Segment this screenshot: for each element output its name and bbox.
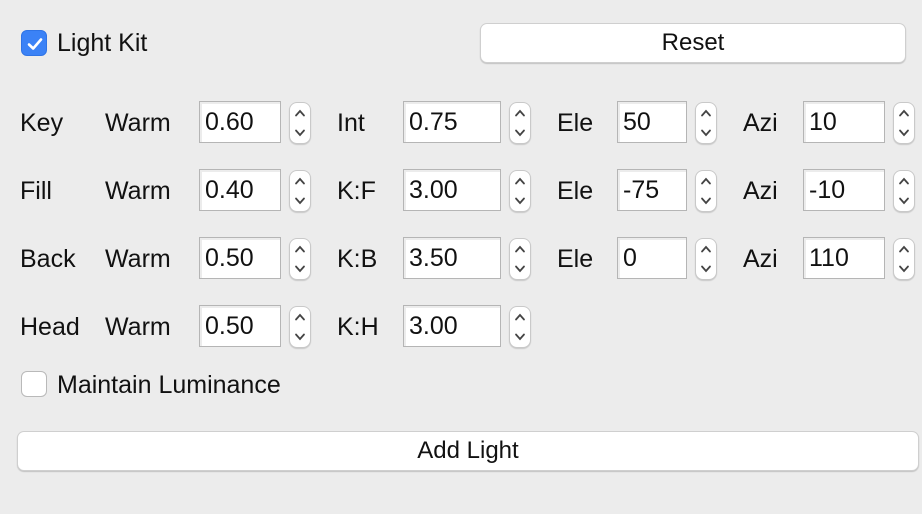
head-kh-input[interactable]: 3.00 [403,305,501,347]
chevron-up-icon[interactable] [894,171,914,191]
chevron-up-icon[interactable] [696,171,716,191]
chevron-down-icon[interactable] [696,191,716,211]
fill-kf-input[interactable]: 3.00 [403,169,501,211]
key-azi-stepper[interactable] [893,102,915,144]
fill-warm-input[interactable]: 0.40 [199,169,281,211]
chevron-up-icon[interactable] [696,103,716,123]
fill-kf-stepper[interactable] [509,170,531,212]
key-azi-input[interactable]: 10 [803,101,885,143]
warm-label: Warm [105,245,171,273]
head-kh-stepper[interactable] [509,306,531,348]
chevron-up-icon[interactable] [510,103,530,123]
warm-label: Warm [105,109,171,137]
chevron-up-icon[interactable] [510,171,530,191]
chevron-down-icon[interactable] [894,259,914,279]
fill-warm-stepper[interactable] [289,170,311,212]
fill-azi-input[interactable]: -10 [803,169,885,211]
light-kit-label: Light Kit [57,29,148,57]
kh-label: K:H [337,313,379,341]
row-label-fill: Fill [20,177,52,205]
azi-label: Azi [743,245,778,273]
chevron-down-icon[interactable] [894,191,914,211]
maintain-luminance-checkbox[interactable] [21,371,47,397]
back-kb-input[interactable]: 3.50 [403,237,501,279]
checkmark-icon [27,38,43,50]
ele-label: Ele [557,177,594,205]
chevron-up-icon[interactable] [894,103,914,123]
chevron-up-icon[interactable] [510,239,530,259]
warm-label: Warm [105,313,171,341]
maintain-luminance-label: Maintain Luminance [57,371,281,399]
row-label-head: Head [20,313,80,341]
chevron-down-icon[interactable] [290,327,310,347]
back-warm-stepper[interactable] [289,238,311,280]
row-label-back: Back [20,245,76,273]
warm-label: Warm [105,177,171,205]
back-azi-stepper[interactable] [893,238,915,280]
ele-label: Ele [557,245,594,273]
chevron-down-icon[interactable] [696,259,716,279]
kb-label: K:B [337,245,378,273]
reset-button[interactable]: Reset [480,23,906,63]
chevron-down-icon[interactable] [510,327,530,347]
back-kb-stepper[interactable] [509,238,531,280]
chevron-up-icon[interactable] [290,103,310,123]
chevron-down-icon[interactable] [894,123,914,143]
key-warm-input[interactable]: 0.60 [199,101,281,143]
light-kit-panel: Light Kit Reset Key Warm 0.60 Int 0.75 E… [0,0,922,514]
row-label-key: Key [20,109,64,137]
back-warm-input[interactable]: 0.50 [199,237,281,279]
key-ele-stepper[interactable] [695,102,717,144]
add-light-button[interactable]: Add Light [17,431,919,471]
chevron-down-icon[interactable] [510,191,530,211]
fill-azi-stepper[interactable] [893,170,915,212]
back-ele-input[interactable]: 0 [617,237,687,279]
head-warm-stepper[interactable] [289,306,311,348]
key-ele-input[interactable]: 50 [617,101,687,143]
chevron-up-icon[interactable] [290,307,310,327]
fill-ele-input[interactable]: -75 [617,169,687,211]
back-azi-input[interactable]: 110 [803,237,885,279]
int-label: Int [337,109,365,137]
key-int-stepper[interactable] [509,102,531,144]
chevron-down-icon[interactable] [510,123,530,143]
azi-label: Azi [743,109,778,137]
chevron-up-icon[interactable] [510,307,530,327]
fill-ele-stepper[interactable] [695,170,717,212]
chevron-down-icon[interactable] [290,123,310,143]
chevron-up-icon[interactable] [696,239,716,259]
light-kit-checkbox[interactable] [21,30,47,56]
chevron-down-icon[interactable] [510,259,530,279]
chevron-down-icon[interactable] [290,191,310,211]
head-warm-input[interactable]: 0.50 [199,305,281,347]
chevron-up-icon[interactable] [894,239,914,259]
key-int-input[interactable]: 0.75 [403,101,501,143]
chevron-down-icon[interactable] [290,259,310,279]
chevron-down-icon[interactable] [696,123,716,143]
ele-label: Ele [557,109,594,137]
back-ele-stepper[interactable] [695,238,717,280]
chevron-up-icon[interactable] [290,239,310,259]
azi-label: Azi [743,177,778,205]
key-warm-stepper[interactable] [289,102,311,144]
chevron-up-icon[interactable] [290,171,310,191]
kf-label: K:F [337,177,376,205]
